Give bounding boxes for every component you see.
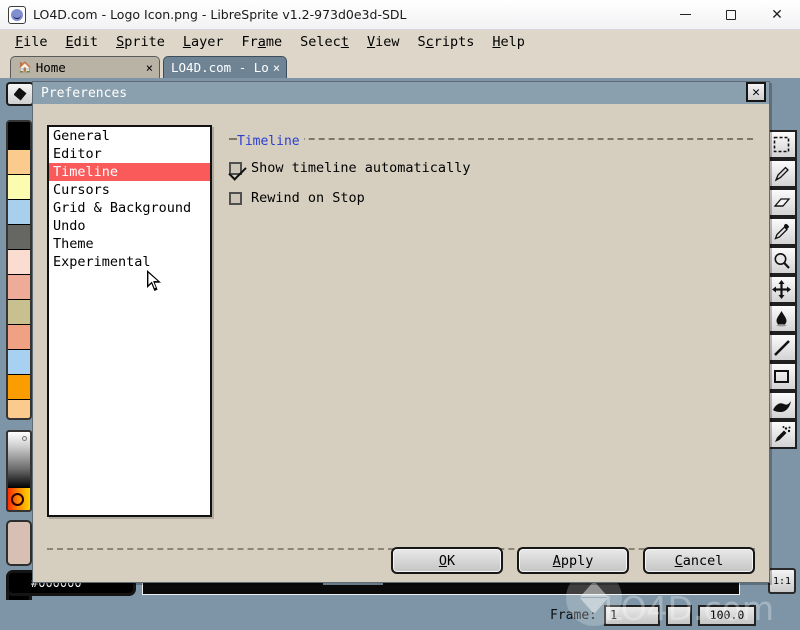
statusbar: Frame: 1 100.0	[0, 570, 800, 630]
palette-swatch[interactable]	[8, 150, 30, 175]
window-controls: ✕	[662, 0, 800, 30]
palette-swatch[interactable]	[8, 175, 30, 200]
dialog-titlebar[interactable]: Preferences ✕	[33, 82, 769, 104]
section-item-general[interactable]: General	[49, 127, 210, 145]
section-item-grid-background[interactable]: Grid & Background	[49, 199, 210, 217]
option-label: Rewind on Stop	[251, 190, 365, 206]
preferences-section-list[interactable]: General Editor Timeline Cursors Grid & B…	[47, 125, 212, 517]
apply-button[interactable]: Apply	[517, 547, 629, 574]
palette-swatch[interactable]	[8, 122, 30, 150]
option-rewind-on-stop[interactable]: Rewind on Stop	[229, 190, 753, 206]
palette-swatch[interactable]	[8, 325, 30, 350]
dialog-title: Preferences	[41, 85, 128, 101]
eyedropper-icon[interactable]	[766, 217, 797, 246]
maximize-button[interactable]	[708, 0, 754, 30]
preferences-dialog: Preferences ✕ General Editor Timeline Cu…	[32, 81, 770, 583]
minimize-button[interactable]	[662, 0, 708, 30]
tab-document-close-icon[interactable]: ×	[273, 61, 280, 75]
ok-button[interactable]: OK	[391, 547, 503, 574]
tab-document-label: LO4D.com - Lo	[171, 60, 269, 75]
home-icon: 🏠	[18, 61, 32, 74]
palette-swatch[interactable]	[8, 350, 30, 375]
palette-swatch[interactable]	[8, 275, 30, 300]
frame-stepper-button[interactable]	[666, 604, 692, 626]
menu-select[interactable]: Select	[291, 30, 358, 54]
eraser-icon[interactable]	[766, 188, 797, 217]
section-item-timeline[interactable]: Timeline	[49, 163, 210, 181]
close-button[interactable]: ✕	[754, 0, 800, 30]
section-item-undo[interactable]: Undo	[49, 217, 210, 235]
zoom-icon[interactable]	[766, 246, 797, 275]
spray-icon[interactable]	[766, 420, 797, 449]
menu-view[interactable]: View	[358, 30, 409, 54]
menu-file[interactable]: File	[6, 30, 57, 54]
rectangle-icon[interactable]	[766, 362, 797, 391]
paint-bucket-icon[interactable]	[6, 82, 34, 106]
palette-swatch[interactable]	[8, 250, 30, 275]
tab-home[interactable]: 🏠 Home ×	[10, 56, 160, 78]
app-root: LO4D.com - Logo Icon.png - LibreSprite v…	[0, 0, 800, 630]
tab-home-label: Home	[35, 60, 66, 75]
move-icon[interactable]	[766, 275, 797, 304]
tab-strip: 🏠 Home × LO4D.com - Lo ×	[0, 54, 800, 78]
palette-swatch[interactable]	[8, 200, 30, 225]
timeline-group: Timeline Show timeline automatically Rew…	[229, 130, 753, 206]
foreground-color-swatch[interactable]	[6, 520, 32, 566]
checkbox-unchecked-icon[interactable]	[229, 191, 242, 205]
palette-swatch[interactable]	[8, 375, 30, 400]
option-show-timeline-automatically[interactable]: Show timeline automatically	[229, 160, 753, 176]
pencil-icon[interactable]	[766, 159, 797, 188]
menu-layer[interactable]: Layer	[174, 30, 233, 54]
menubar: File Edit Sprite Layer Frame Select View…	[0, 30, 800, 54]
tab-document[interactable]: LO4D.com - Lo ×	[163, 56, 288, 78]
section-item-experimental[interactable]: Experimental	[49, 253, 210, 271]
checkbox-checked-icon[interactable]	[229, 161, 242, 175]
tab-home-close-icon[interactable]: ×	[146, 61, 153, 75]
window-title: LO4D.com - Logo Icon.png - LibreSprite v…	[33, 7, 407, 22]
timeline-group-title: Timeline	[237, 134, 304, 149]
menu-scripts[interactable]: Scripts	[408, 30, 483, 54]
palette-swatch[interactable]	[8, 300, 30, 325]
menu-frame[interactable]: Frame	[233, 30, 292, 54]
line-icon[interactable]	[766, 333, 797, 362]
zoom-level-chip[interactable]: 1:1	[768, 568, 796, 594]
group-divider-lead	[229, 138, 237, 140]
section-item-editor[interactable]: Editor	[49, 145, 210, 163]
section-item-cursors[interactable]: Cursors	[49, 181, 210, 199]
frame-duration-input[interactable]: 100.0	[698, 604, 756, 626]
option-label: Show timeline automatically	[251, 160, 471, 176]
menu-help[interactable]: Help	[483, 30, 534, 54]
menu-edit[interactable]: Edit	[57, 30, 108, 54]
dialog-close-icon[interactable]: ✕	[746, 82, 766, 102]
window-titlebar: LO4D.com - Logo Icon.png - LibreSprite v…	[0, 0, 800, 30]
cancel-button[interactable]: Cancel	[643, 547, 755, 574]
rectangular-marquee-icon[interactable]	[766, 130, 797, 159]
color-gradient-picker[interactable]	[6, 430, 32, 512]
blur-smudge-icon[interactable]	[766, 391, 797, 420]
palette-swatch[interactable]	[8, 400, 30, 418]
dialog-body: General Editor Timeline Cursors Grid & B…	[33, 104, 769, 584]
palette-swatch[interactable]	[8, 225, 30, 250]
group-divider	[229, 138, 753, 140]
color-palette[interactable]	[6, 120, 32, 420]
paint-bucket-icon[interactable]	[766, 304, 797, 333]
menu-sprite[interactable]: Sprite	[107, 30, 174, 54]
dialog-buttons: OK Apply Cancel	[391, 547, 755, 574]
app-smiley-icon	[8, 5, 26, 24]
section-item-theme[interactable]: Theme	[49, 235, 210, 253]
